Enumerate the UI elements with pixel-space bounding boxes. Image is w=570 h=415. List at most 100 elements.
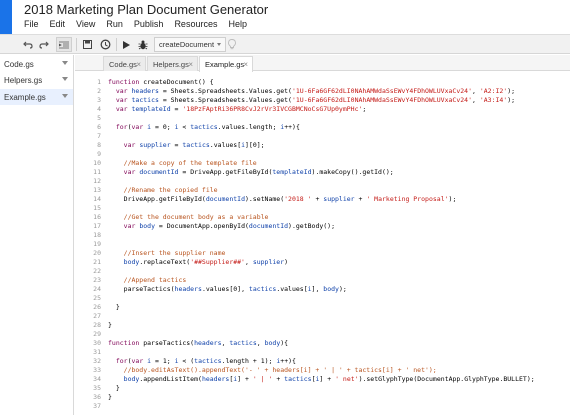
line-number: 33 xyxy=(93,366,101,374)
sidebar-file-label: Code.gs xyxy=(4,59,34,69)
line-number: 10 xyxy=(93,159,101,167)
line-number: 29 xyxy=(93,330,101,338)
line-number: 14 xyxy=(93,195,101,203)
code-line: function createDocument() { xyxy=(108,78,214,86)
line-number: 25 xyxy=(93,294,101,302)
code-line: var headers = Sheets.Spreadsheets.Values… xyxy=(115,87,516,95)
save-icon[interactable] xyxy=(81,37,93,52)
line-number: 12 xyxy=(93,177,101,185)
tab-code[interactable]: Code.gs × xyxy=(103,56,146,71)
line-number: 2 xyxy=(97,87,101,95)
function-select[interactable]: createDocument xyxy=(154,37,227,52)
menu-edit[interactable]: Edit xyxy=(50,19,66,29)
code-line: var body = DocumentApp.openById(document… xyxy=(123,222,336,230)
line-number-gutter: 1 2 3 4 5 6 7 8 9 10 11 12 13 14 15 16 17 18 19 20 21 22 23 24 2… xyxy=(75,72,101,415)
code-line: } xyxy=(108,321,112,329)
line-number: 6 xyxy=(97,123,101,131)
tab-example[interactable]: Example.gs × xyxy=(199,56,253,72)
editor-tab-bar: Code.gs × Helpers.gs × Example.gs × xyxy=(75,55,570,72)
code-line: //Make a copy of the template file xyxy=(123,159,257,167)
close-icon[interactable]: × xyxy=(136,60,141,69)
chevron-down-icon[interactable] xyxy=(62,61,68,65)
line-number: 35 xyxy=(93,384,101,392)
menu-file[interactable]: File xyxy=(24,19,39,29)
code-line: body.appendListItem(headers[i] + ' | ' +… xyxy=(123,375,535,383)
line-number: 1 xyxy=(97,78,101,86)
line-number: 21 xyxy=(93,258,101,266)
tab-label: Example.gs xyxy=(205,60,245,69)
code-line: for(var i = 0; i < tactics.values.length… xyxy=(115,123,300,131)
line-number: 19 xyxy=(93,240,101,248)
file-sidebar: Code.gs Helpers.gs Example.gs xyxy=(0,55,74,415)
toolbar-separator xyxy=(116,38,117,51)
line-number: 31 xyxy=(93,348,101,356)
code-line: for(var i = 1; i < (tactics.length + 1);… xyxy=(115,357,296,365)
chevron-down-icon[interactable] xyxy=(62,94,68,98)
sidebar-file-label: Helpers.gs xyxy=(4,75,43,85)
undo-icon[interactable] xyxy=(22,37,34,52)
line-number: 13 xyxy=(93,186,101,194)
menu-run[interactable]: Run xyxy=(106,19,123,29)
sidebar-file-label: Example.gs xyxy=(4,92,46,102)
line-number: 7 xyxy=(97,132,101,140)
code-line: parseTactics(headers.values[0], tactics.… xyxy=(108,285,347,293)
sidebar-file-helpers[interactable]: Helpers.gs xyxy=(0,72,73,88)
code-line: //Insert the supplier name xyxy=(123,249,226,257)
line-number: 11 xyxy=(93,168,101,176)
menu-resources[interactable]: Resources xyxy=(174,19,217,29)
tab-helpers[interactable]: Helpers.gs × xyxy=(147,56,198,71)
code-line: //Append tactics xyxy=(123,276,187,284)
menu-view[interactable]: View xyxy=(76,19,95,29)
code-line: var supplier = tactics.values[i][0]; xyxy=(123,141,265,149)
line-number: 15 xyxy=(93,204,101,212)
code-line: //Get the document body as a variable xyxy=(123,213,269,221)
code-line: var templateId = '18PzFAptRi36PR8CvJ2rVr… xyxy=(115,105,367,113)
debug-icon[interactable] xyxy=(137,37,149,52)
line-number: 5 xyxy=(97,114,101,122)
redo-icon[interactable] xyxy=(38,37,50,52)
triggers-icon[interactable] xyxy=(98,37,112,52)
line-number: 32 xyxy=(93,357,101,365)
project-title[interactable]: 2018 Marketing Plan Document Generator xyxy=(24,2,268,17)
line-number: 28 xyxy=(93,321,101,329)
line-number: 30 xyxy=(93,339,101,347)
toolbar-separator xyxy=(76,38,77,51)
line-number: 9 xyxy=(97,150,101,158)
sidebar-file-example[interactable]: Example.gs xyxy=(0,89,73,105)
code-line: function parseTactics(headers, tactics, … xyxy=(108,339,289,347)
tab-label: Code.gs xyxy=(109,59,137,69)
close-icon[interactable]: × xyxy=(188,60,193,69)
chevron-down-icon xyxy=(217,43,222,46)
line-number: 8 xyxy=(97,141,101,149)
close-icon[interactable]: × xyxy=(243,60,248,69)
app-header: 2018 Marketing Plan Document Generator F… xyxy=(0,0,570,34)
sidebar-file-code[interactable]: Code.gs xyxy=(0,56,73,72)
code-line: body.replaceText('##Supplier##', supplie… xyxy=(123,258,289,266)
indent-icon[interactable] xyxy=(56,37,72,52)
menu-publish[interactable]: Publish xyxy=(134,19,164,29)
line-number: 3 xyxy=(97,96,101,104)
code-line: var documentId = DriveApp.getFileById(te… xyxy=(123,168,394,176)
function-select-value: createDocument xyxy=(159,40,215,49)
line-number: 36 xyxy=(93,393,101,401)
menu-help[interactable]: Help xyxy=(228,19,247,29)
code-editor[interactable]: 1 2 3 4 5 6 7 8 9 10 11 12 13 14 15 16 17 18 19 20 21 22 23 24 2… xyxy=(75,72,570,415)
line-number: 18 xyxy=(93,231,101,239)
apps-script-logo[interactable] xyxy=(0,0,12,34)
code-line: } xyxy=(108,384,120,392)
line-number: 20 xyxy=(93,249,101,257)
line-number: 16 xyxy=(93,213,101,221)
tab-label: Helpers.gs xyxy=(153,59,189,69)
code-line: DriveApp.getFileById(documentId).setName… xyxy=(108,195,457,203)
lightbulb-icon[interactable] xyxy=(226,37,238,52)
line-number: 26 xyxy=(93,303,101,311)
chevron-down-icon[interactable] xyxy=(62,77,68,81)
toolbar: createDocument xyxy=(0,34,570,54)
code-line: } xyxy=(108,393,112,401)
line-number: 37 xyxy=(93,402,101,410)
line-number: 4 xyxy=(97,105,101,113)
run-icon[interactable] xyxy=(121,37,131,52)
line-number: 27 xyxy=(93,312,101,320)
line-number: 17 xyxy=(93,222,101,230)
line-number: 34 xyxy=(93,375,101,383)
